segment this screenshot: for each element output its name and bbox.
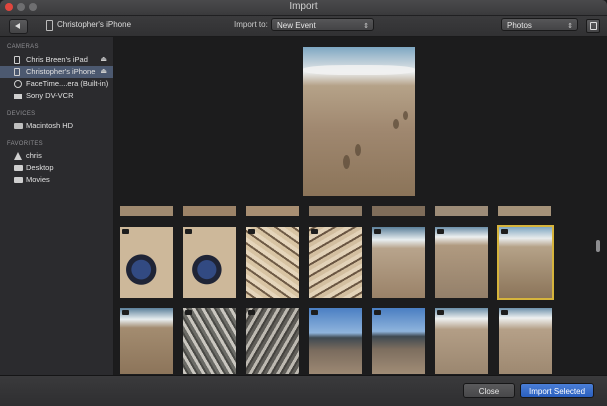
sidebar-item-macintosh-hd[interactable]: Macintosh HD xyxy=(0,120,113,132)
photo-thumbnail[interactable] xyxy=(372,206,425,216)
import-to-label: Import to: xyxy=(234,20,268,29)
sidebar-item-label: Sony DV-VCR xyxy=(26,91,74,100)
photo-thumbnail[interactable] xyxy=(435,206,488,216)
camera-badge-icon xyxy=(248,229,255,234)
camera-badge-icon xyxy=(122,229,129,234)
bottom-bar: Close Import Selected xyxy=(0,375,607,406)
hard-drive-icon xyxy=(14,123,23,129)
photo-thumbnail[interactable] xyxy=(435,227,488,298)
camera-badge-icon xyxy=(185,229,192,234)
sidebar-item-movies[interactable]: Movies xyxy=(0,174,113,186)
camera-badge-icon xyxy=(437,310,444,315)
footprint xyxy=(343,155,350,169)
sidebar-item-facetime[interactable]: FaceTime....era (Built-in) xyxy=(0,78,113,90)
section-title-favorites: FAVORITES xyxy=(7,141,43,147)
home-icon xyxy=(14,152,22,160)
sidebar: CAMERAS Chris Breen's iPad ⏏ Christopher… xyxy=(0,37,114,375)
event-select[interactable]: New Event ⇕ xyxy=(271,18,374,31)
select-chevron-icon: ⇕ xyxy=(567,23,573,30)
sidebar-item-label: Macintosh HD xyxy=(26,121,74,130)
photo-thumbnail[interactable] xyxy=(120,227,173,298)
import-selected-button[interactable]: Import Selected xyxy=(520,383,594,398)
photo-thumbnail[interactable] xyxy=(499,308,552,374)
sidebar-item-iphone[interactable]: Christopher's iPhone ⏏ xyxy=(0,66,113,78)
photo-thumbnail[interactable] xyxy=(183,308,236,374)
photo-thumbnail[interactable] xyxy=(246,308,299,374)
toggle-view-button[interactable] xyxy=(586,19,600,33)
view-select-value: Photos xyxy=(507,21,532,30)
sidebar-item-label: Desktop xyxy=(26,163,54,172)
eject-icon[interactable]: ⏏ xyxy=(100,54,107,66)
camera-badge-icon xyxy=(311,310,318,315)
phone-icon xyxy=(14,68,20,76)
footprint xyxy=(355,144,361,156)
photo-thumbnail[interactable] xyxy=(120,308,173,374)
camera-badge-icon xyxy=(122,310,129,315)
sidebar-item-ipad[interactable]: Chris Breen's iPad ⏏ xyxy=(0,54,113,66)
folder-icon xyxy=(14,177,23,183)
camera-icon xyxy=(14,80,22,88)
photo-thumbnail[interactable] xyxy=(246,227,299,298)
footprint xyxy=(403,111,408,120)
camera-badge-icon xyxy=(437,229,444,234)
photo-thumbnail[interactable] xyxy=(309,206,362,216)
sidebar-item-label: Christopher's iPhone xyxy=(26,67,96,76)
camera-badge-icon xyxy=(501,310,508,315)
section-title-devices: DEVICES xyxy=(7,111,36,117)
camera-badge-icon xyxy=(374,229,381,234)
photo-thumbnail[interactable] xyxy=(372,227,425,298)
close-button[interactable]: Close xyxy=(463,383,515,398)
event-select-value: New Event xyxy=(277,21,316,30)
photo-thumbnail[interactable] xyxy=(120,206,173,216)
photo-thumbnail[interactable] xyxy=(435,308,488,374)
photo-thumbnail[interactable] xyxy=(309,227,362,298)
view-toggle-icon xyxy=(590,22,597,30)
sidebar-item-label: FaceTime....era (Built-in) xyxy=(26,79,109,88)
window-title: Import xyxy=(289,1,318,12)
toolbar: Christopher's iPhone Import to: New Even… xyxy=(0,16,607,37)
photo-thumbnail[interactable] xyxy=(372,308,425,374)
preview-wave xyxy=(303,65,415,75)
photo-thumbnail[interactable] xyxy=(183,227,236,298)
sidebar-item-vcr[interactable]: Sony DV-VCR xyxy=(0,90,113,102)
import-window: Import Christopher's iPhone Import to: N… xyxy=(0,0,607,406)
select-chevron-icon: ⇕ xyxy=(363,23,369,30)
thumbnail-grid xyxy=(114,206,594,374)
camera-badge-icon xyxy=(374,310,381,315)
title-bar: Import xyxy=(0,0,607,16)
sidebar-item-label: Chris Breen's iPad xyxy=(26,55,88,64)
photo-thumbnail[interactable] xyxy=(183,206,236,216)
photo-thumbnail[interactable] xyxy=(246,206,299,216)
vcr-icon xyxy=(14,94,22,99)
photo-thumbnail[interactable] xyxy=(498,206,551,216)
vertical-scrollbar[interactable] xyxy=(596,240,600,252)
sidebar-item-label: chris xyxy=(26,151,42,160)
eject-icon[interactable]: ⏏ xyxy=(100,66,107,78)
photo-thumbnail[interactable] xyxy=(309,308,362,374)
back-button[interactable] xyxy=(9,19,28,34)
camera-badge-icon xyxy=(248,310,255,315)
device-title: Christopher's iPhone xyxy=(57,20,132,29)
camera-badge-icon xyxy=(501,229,508,234)
phone-icon xyxy=(46,20,53,31)
section-title-cameras: CAMERAS xyxy=(7,44,39,50)
camera-badge-icon xyxy=(311,229,318,234)
sidebar-item-label: Movies xyxy=(26,175,50,184)
sidebar-item-chris[interactable]: chris xyxy=(0,150,113,162)
camera-badge-icon xyxy=(185,310,192,315)
photo-preview xyxy=(303,47,415,196)
view-select[interactable]: Photos ⇕ xyxy=(501,18,578,31)
folder-icon xyxy=(14,165,23,171)
tablet-icon xyxy=(14,56,20,64)
back-arrow-icon xyxy=(15,23,20,29)
footprint xyxy=(393,119,399,129)
sidebar-item-desktop[interactable]: Desktop xyxy=(0,162,113,174)
photo-thumbnail-selected[interactable] xyxy=(497,225,554,300)
